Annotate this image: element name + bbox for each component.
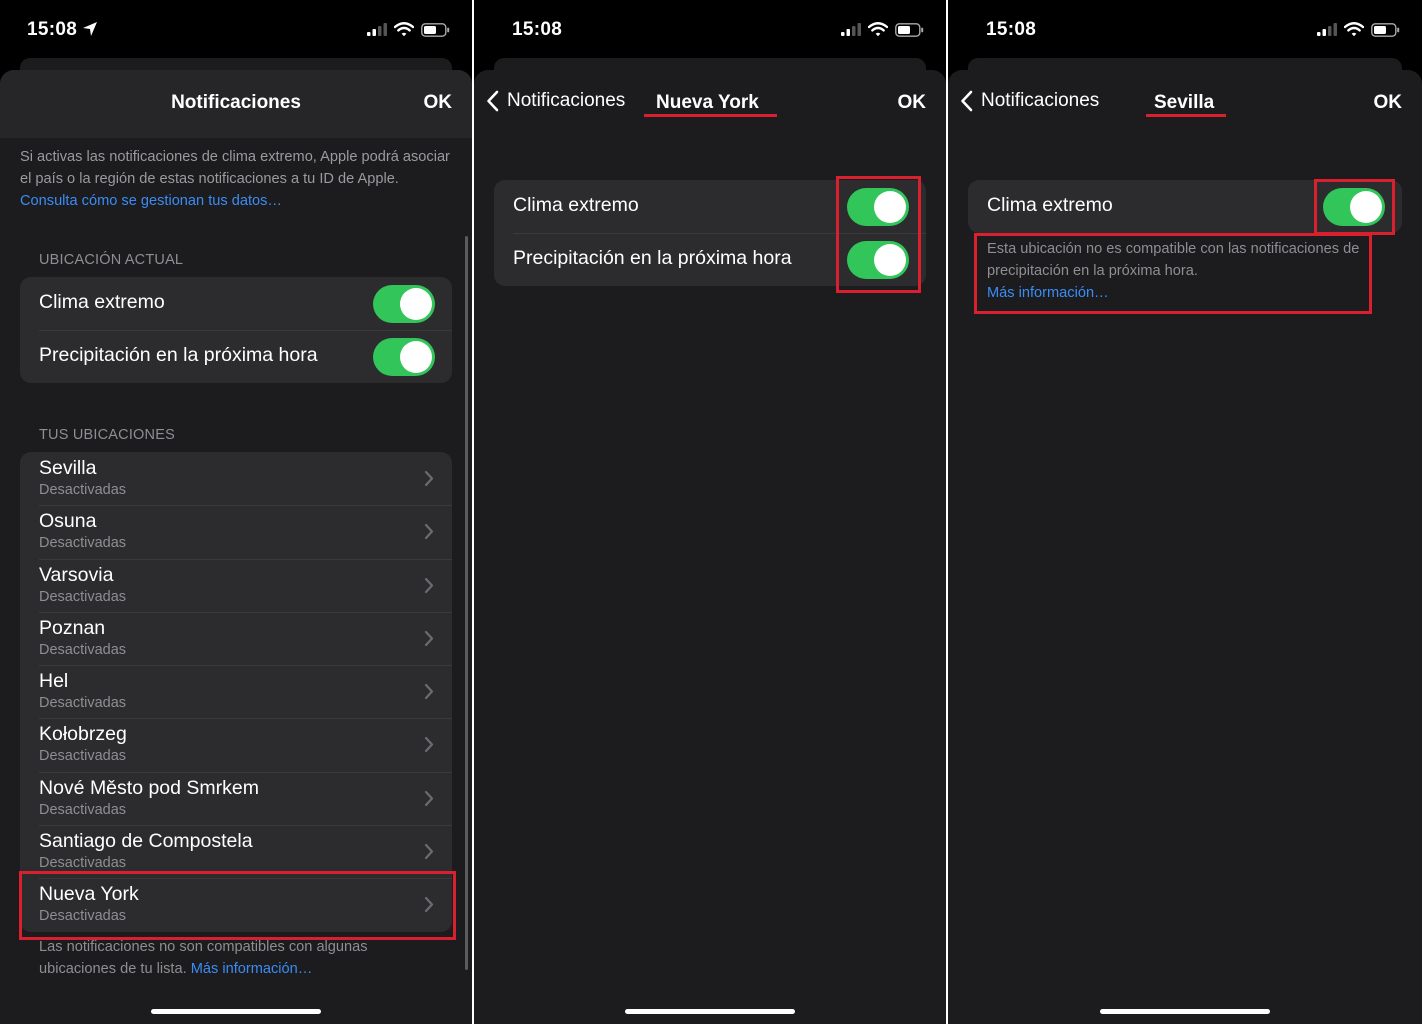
location-row-poznan[interactable]: Poznan Desactivadas [20, 611, 452, 665]
toggle-knob [400, 341, 432, 373]
chevron-right-icon [424, 843, 434, 860]
wifi-icon [868, 22, 888, 37]
phone-screen-notifications: 15:08 Notificaciones OK Si activas las n… [0, 0, 472, 1024]
page-title: Nueva York [656, 92, 759, 113]
location-row-sevilla[interactable]: Sevilla Desactivadas [20, 452, 452, 505]
battery-icon [421, 22, 450, 37]
highlight-box-nueva-york [19, 871, 456, 940]
location-name: Kołobrzeg [39, 723, 127, 746]
location-row-kolobrzeg[interactable]: Kołobrzeg Desactivadas [20, 718, 452, 771]
home-indicator[interactable] [625, 1009, 795, 1014]
location-status: Desactivadas [39, 482, 127, 498]
location-status: Desactivadas [39, 588, 127, 605]
battery-icon [895, 22, 924, 37]
chevron-left-icon [487, 90, 499, 112]
ok-button[interactable]: OK [424, 92, 453, 114]
page-title: Notificaciones [171, 92, 301, 113]
phone-screen-nueva-york: 15:08 Notificaciones Nueva York OK Clima… [474, 0, 946, 1024]
privacy-link[interactable]: Consulta cómo se gestionan tus datos… [20, 193, 282, 209]
status-time: 15:08 [27, 19, 78, 40]
privacy-notice: Si activas las notificaciones de clima e… [20, 146, 456, 212]
highlight-box-note [974, 233, 1372, 314]
compatibility-footnote: Las notificaciones no son compatibles co… [39, 936, 432, 980]
status-icons [841, 22, 924, 37]
toggle-label: Clima extremo [39, 291, 165, 313]
toggle-knob [400, 288, 432, 320]
cellular-signal-icon [841, 23, 861, 36]
location-row-nove-mesto[interactable]: Nové Město pod Smrkem Desactivadas [20, 771, 452, 825]
precipitation-toggle[interactable] [373, 338, 435, 376]
nav-bar: Notificaciones OK [0, 70, 472, 138]
toggle-label: Clima extremo [987, 194, 1113, 216]
section-header-current-location: UBICACIÓN ACTUAL [39, 252, 184, 268]
ok-button[interactable]: OK [898, 92, 927, 114]
status-bar: 15:08 [474, 0, 946, 60]
title-underline-highlight [1146, 114, 1226, 117]
status-icons [367, 22, 450, 37]
current-location-toggles: Clima extremo Precipitación en la próxim… [20, 277, 452, 383]
title-underline-highlight [644, 114, 777, 117]
toggle-label: Precipitación en la próxima hora [39, 344, 318, 366]
toggle-row-extreme-weather: Clima extremo [20, 277, 452, 330]
location-status: Desactivadas [39, 695, 127, 712]
location-row-osuna[interactable]: Osuna Desactivadas [20, 505, 452, 558]
status-time: 15:08 [986, 19, 1037, 40]
chevron-right-icon [424, 790, 434, 806]
chevron-right-icon [424, 737, 434, 753]
extreme-weather-toggle[interactable] [373, 285, 435, 323]
home-indicator[interactable] [1100, 1009, 1270, 1014]
wifi-icon [394, 22, 414, 37]
privacy-notice-text: Si activas las notificaciones de clima e… [20, 149, 450, 187]
status-icons [1317, 22, 1400, 37]
cellular-signal-icon [1317, 23, 1337, 36]
highlight-box-toggles [836, 176, 921, 293]
back-label: Notificaciones [507, 90, 626, 111]
location-name: Sevilla [39, 457, 97, 479]
chevron-right-icon [424, 630, 434, 646]
back-button[interactable]: Notificaciones [960, 90, 1099, 112]
location-status: Desactivadas [39, 855, 127, 872]
chevron-right-icon [424, 524, 434, 540]
battery-icon [1371, 22, 1400, 37]
location-status: Desactivadas [39, 641, 127, 658]
location-status: Desactivadas [39, 535, 127, 552]
location-name: Poznan [39, 616, 106, 639]
toggle-label: Clima extremo [513, 194, 639, 216]
cellular-signal-icon [367, 23, 387, 36]
more-info-link[interactable]: Más información… [191, 961, 313, 977]
ok-button[interactable]: OK [1374, 92, 1403, 114]
nav-bar: Notificaciones Nueva York OK [474, 70, 946, 138]
phone-screen-sevilla: 15:08 Notificaciones Sevilla OK Clima ex… [948, 0, 1422, 1024]
highlight-box-toggle [1314, 179, 1395, 235]
status-bar: 15:08 [0, 0, 472, 60]
page-title: Sevilla [1154, 92, 1215, 113]
scrollbar[interactable] [465, 236, 468, 970]
toggle-row-precipitation: Precipitación en la próxima hora [20, 330, 452, 383]
location-status: Desactivadas [39, 801, 127, 818]
chevron-right-icon [424, 684, 434, 700]
back-label: Notificaciones [981, 90, 1100, 111]
location-name: Nové Město pod Smrkem [39, 776, 259, 799]
location-name: Hel [39, 670, 69, 693]
location-row-varsovia[interactable]: Varsovia Desactivadas [20, 558, 452, 612]
nav-bar: Notificaciones Sevilla OK [948, 70, 1422, 138]
locations-list: Sevilla Desactivadas Osuna Desactivadas … [20, 452, 452, 932]
section-header-your-locations: TUS UBICACIONES [39, 427, 175, 443]
location-row-hel[interactable]: Hel Desactivadas [20, 665, 452, 718]
location-status: Desactivadas [39, 748, 127, 765]
location-name: Osuna [39, 510, 97, 533]
chevron-left-icon [961, 90, 973, 112]
status-time: 15:08 [512, 19, 563, 40]
location-name: Santiago de Compostela [39, 830, 253, 853]
chevron-right-icon [424, 470, 434, 487]
chevron-right-icon [424, 577, 434, 593]
wifi-icon [1344, 22, 1364, 37]
status-bar: 15:08 [948, 0, 1422, 60]
home-indicator[interactable] [151, 1009, 321, 1014]
toggle-label: Precipitación en la próxima hora [513, 247, 792, 269]
back-button[interactable]: Notificaciones [486, 90, 625, 112]
location-name: Varsovia [39, 563, 114, 586]
location-arrow-icon [83, 22, 97, 36]
